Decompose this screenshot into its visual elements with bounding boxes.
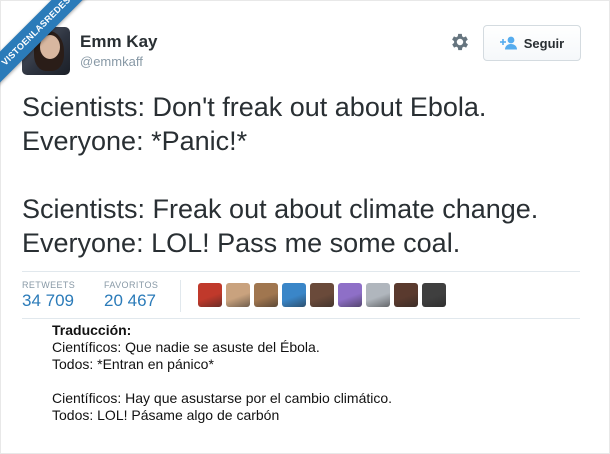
- tweet-line: Scientists: Don't freak out about Ebola.: [22, 92, 487, 122]
- gear-icon[interactable]: [449, 31, 471, 53]
- follow-button[interactable]: Seguir: [483, 25, 581, 61]
- favoriter-avatar[interactable]: [310, 283, 334, 307]
- favoriter-avatar[interactable]: [254, 283, 278, 307]
- translation-line: Todos: *Entran en pánico*: [52, 356, 214, 372]
- favoriter-avatar[interactable]: [226, 283, 250, 307]
- favoriter-facepile: [198, 283, 446, 307]
- favoriter-avatar[interactable]: [198, 283, 222, 307]
- favoriter-avatar[interactable]: [282, 283, 306, 307]
- tweet-line: Everyone: LOL! Pass me some coal.: [22, 228, 461, 258]
- retweets-label: RETWEETS: [22, 280, 76, 290]
- translation-title: Traducción:: [52, 322, 132, 338]
- retweets-count[interactable]: 34 709: [22, 291, 74, 311]
- stats-divider-top: [22, 271, 580, 272]
- tweet-line-gap: [22, 158, 592, 192]
- translation-line: Todos: LOL! Pásame algo de carbón: [52, 407, 280, 423]
- follow-button-label: Seguir: [523, 35, 565, 51]
- translation-line: Científicos: Hay que asustarse por el ca…: [52, 390, 393, 406]
- translation-line: Científicos: Que nadie se asuste del Ébo…: [52, 339, 320, 355]
- translation-line-gap: [52, 373, 572, 390]
- screen-name[interactable]: @emmkaff: [80, 54, 143, 69]
- favoriter-avatar[interactable]: [422, 283, 446, 307]
- add-person-icon: [499, 36, 518, 50]
- stats-divider-bottom: [22, 318, 580, 319]
- tweet-line: Scientists: Freak out about climate chan…: [22, 194, 539, 224]
- display-name[interactable]: Emm Kay: [80, 32, 157, 52]
- favoriter-avatar[interactable]: [338, 283, 362, 307]
- stats-separator: [180, 280, 181, 312]
- favoriter-avatar[interactable]: [394, 283, 418, 307]
- favoriter-avatar[interactable]: [366, 283, 390, 307]
- favorites-count[interactable]: 20 467: [104, 291, 156, 311]
- translation-block: Traducción: Científicos: Que nadie se as…: [52, 322, 572, 424]
- tweet-line: Everyone: *Panic!*: [22, 126, 248, 156]
- favorites-label: FAVORITOS: [104, 280, 159, 290]
- tweet-text: Scientists: Don't freak out about Ebola.…: [22, 90, 592, 260]
